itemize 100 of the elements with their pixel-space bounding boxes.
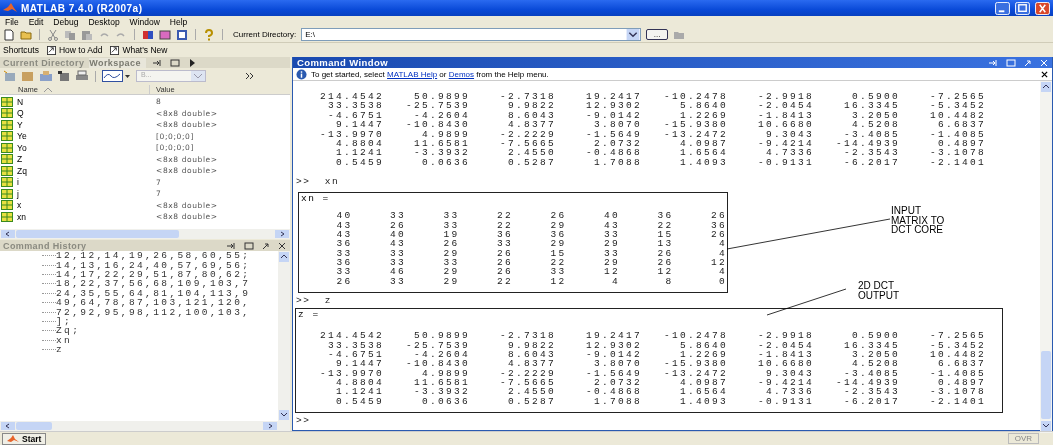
matrix-value: 3.8070 xyxy=(593,359,642,369)
menu-item[interactable]: Debug xyxy=(53,16,79,27)
matrix-value: 4.0987 xyxy=(679,138,728,149)
maximize-icon[interactable] xyxy=(244,240,254,251)
matrix-value: 12 xyxy=(656,267,674,277)
variable-name[interactable]: Yo xyxy=(17,142,156,153)
matrix-value: 16.3345 xyxy=(843,340,900,350)
save-icon[interactable] xyxy=(57,70,71,82)
cut-icon[interactable] xyxy=(47,28,59,41)
history-entry[interactable]: 49,64,78,87,103,121,120, xyxy=(56,297,251,309)
matrix-value: -2.7318 xyxy=(499,331,556,341)
matrix-value: -6.2017 xyxy=(843,396,900,407)
matrix-value: -1.4085 xyxy=(929,368,986,379)
horizontal-scrollbar[interactable] xyxy=(0,421,290,431)
matrix-value: -0.4868 xyxy=(585,148,642,158)
matrix-value: 0 xyxy=(718,276,727,287)
help-icon[interactable] xyxy=(203,28,215,41)
command-prompt[interactable]: >> xyxy=(296,416,1040,427)
history-entry[interactable]: 14,13,16,24,40,57,69,56; xyxy=(56,259,251,271)
history-entry[interactable]: Zq; xyxy=(56,325,81,337)
minimize-button[interactable] xyxy=(995,1,1010,15)
variable-name[interactable]: xn xyxy=(17,211,156,222)
help-link[interactable]: MATLAB Help xyxy=(387,69,438,79)
variable-name[interactable]: Q xyxy=(17,108,156,119)
variable-name[interactable]: i xyxy=(17,177,156,188)
matrix-value: 4 xyxy=(611,276,620,287)
variable-name[interactable]: Zq xyxy=(17,165,156,176)
print-icon[interactable] xyxy=(75,70,89,82)
matrix-value: 4.8377 xyxy=(507,120,556,130)
shortcut-link[interactable]: What's New xyxy=(110,45,168,55)
undock-icon[interactable] xyxy=(226,240,236,251)
variable-name[interactable]: Y xyxy=(17,119,156,130)
shortcut-link[interactable]: How to Add xyxy=(46,45,103,55)
matrix-value: 1.7088 xyxy=(593,396,642,407)
maximize-button[interactable] xyxy=(1015,1,1030,15)
menu-item[interactable]: File xyxy=(5,16,19,27)
horizontal-scrollbar[interactable] xyxy=(0,229,290,239)
matrix-value: 0.0636 xyxy=(421,396,470,407)
variable-name[interactable]: j xyxy=(17,188,156,199)
menu-item[interactable]: Help xyxy=(169,16,188,27)
window-title: MATLAB 7.4.0 (R2007a) xyxy=(21,2,143,14)
history-entry[interactable]: 18,22,37,56,68,109,103,7 xyxy=(56,278,251,290)
new-file-icon[interactable] xyxy=(3,28,15,41)
matrix-value: 0.5287 xyxy=(507,157,556,168)
matrix-value: 1.4093 xyxy=(679,157,728,168)
plot-selector-icon[interactable] xyxy=(102,70,132,82)
current-directory-field[interactable]: E:\ xyxy=(301,28,642,41)
close-button[interactable] xyxy=(1035,1,1050,15)
arrow-icon[interactable] xyxy=(1024,58,1032,67)
maximize-icon[interactable] xyxy=(169,57,180,68)
start-button[interactable]: Start xyxy=(2,432,47,445)
menu-item[interactable]: Edit xyxy=(28,16,44,27)
matrix-value: 4.9899 xyxy=(421,129,470,139)
history-entry[interactable]: 14,17,22,29,51,87,80,62; xyxy=(56,269,251,280)
undock-icon[interactable] xyxy=(151,57,162,68)
history-entry[interactable]: 24,35,55,64,81,104,113,9 xyxy=(56,287,251,299)
matrix-value: 43 xyxy=(335,229,353,240)
matrix-value: -7.2565 xyxy=(929,331,986,341)
maximize-icon[interactable] xyxy=(1006,57,1016,68)
vertical-scrollbar[interactable] xyxy=(278,251,290,421)
caret-icon[interactable] xyxy=(626,29,641,40)
matrix-value: -1.4085 xyxy=(929,129,986,139)
more-icon[interactable] xyxy=(246,73,254,79)
browse-button[interactable]: ... xyxy=(646,29,669,40)
menu-item[interactable]: Window xyxy=(129,16,160,27)
open-folder-icon[interactable] xyxy=(20,28,32,41)
history-entry[interactable]: xn xyxy=(56,334,73,346)
matrix-value: 33 xyxy=(389,258,406,268)
variable-name[interactable]: N xyxy=(17,96,156,107)
demos-link[interactable]: Demos xyxy=(448,69,475,79)
matrix-value: -4.6751 xyxy=(327,349,384,360)
vertical-scrollbar[interactable] xyxy=(1040,81,1052,430)
matrix-value: -14.4939 xyxy=(835,138,900,149)
history-entry[interactable]: z xyxy=(56,344,65,356)
matrix-value: -13.2472 xyxy=(663,129,728,139)
info-message: To get started, select MATLAB Help or Demos from the Help menu. xyxy=(311,69,550,79)
matrix-icon xyxy=(1,200,13,211)
variable-name[interactable]: x xyxy=(17,200,156,211)
history-entry[interactable]: ]; xyxy=(56,315,73,327)
matrix-value: -9.4214 xyxy=(757,138,814,149)
matrix-value: -10.2478 xyxy=(663,92,728,102)
command-prompt[interactable]: >> xn xyxy=(296,177,1040,188)
panel-tab[interactable]: Workspace xyxy=(89,57,146,68)
history-entry[interactable]: 72,92,95,98,112,100,103, xyxy=(56,306,251,318)
arrow-icon[interactable] xyxy=(262,241,270,250)
matrix-value: 26 xyxy=(710,211,727,221)
matrix-value: -3.3932 xyxy=(413,148,470,158)
variable-name[interactable]: Ye xyxy=(17,131,156,142)
undock-icon[interactable] xyxy=(988,57,998,68)
triangle-icon[interactable] xyxy=(187,57,196,68)
matrix-value: 1.4093 xyxy=(679,396,728,407)
close-icon[interactable] xyxy=(278,241,286,250)
matrix-value: -2.7318 xyxy=(499,92,556,102)
close-icon[interactable] xyxy=(1041,70,1048,78)
menu-item[interactable]: Desktop xyxy=(88,16,120,27)
variable-name[interactable]: Z xyxy=(17,154,156,165)
matrix-value: 3.8070 xyxy=(593,120,642,130)
matrix-value: 1.1241 xyxy=(335,387,384,397)
history-entry[interactable]: 12,12,14,19,26,58,60,55; xyxy=(56,251,251,262)
matrix-value: 33 xyxy=(603,248,620,259)
